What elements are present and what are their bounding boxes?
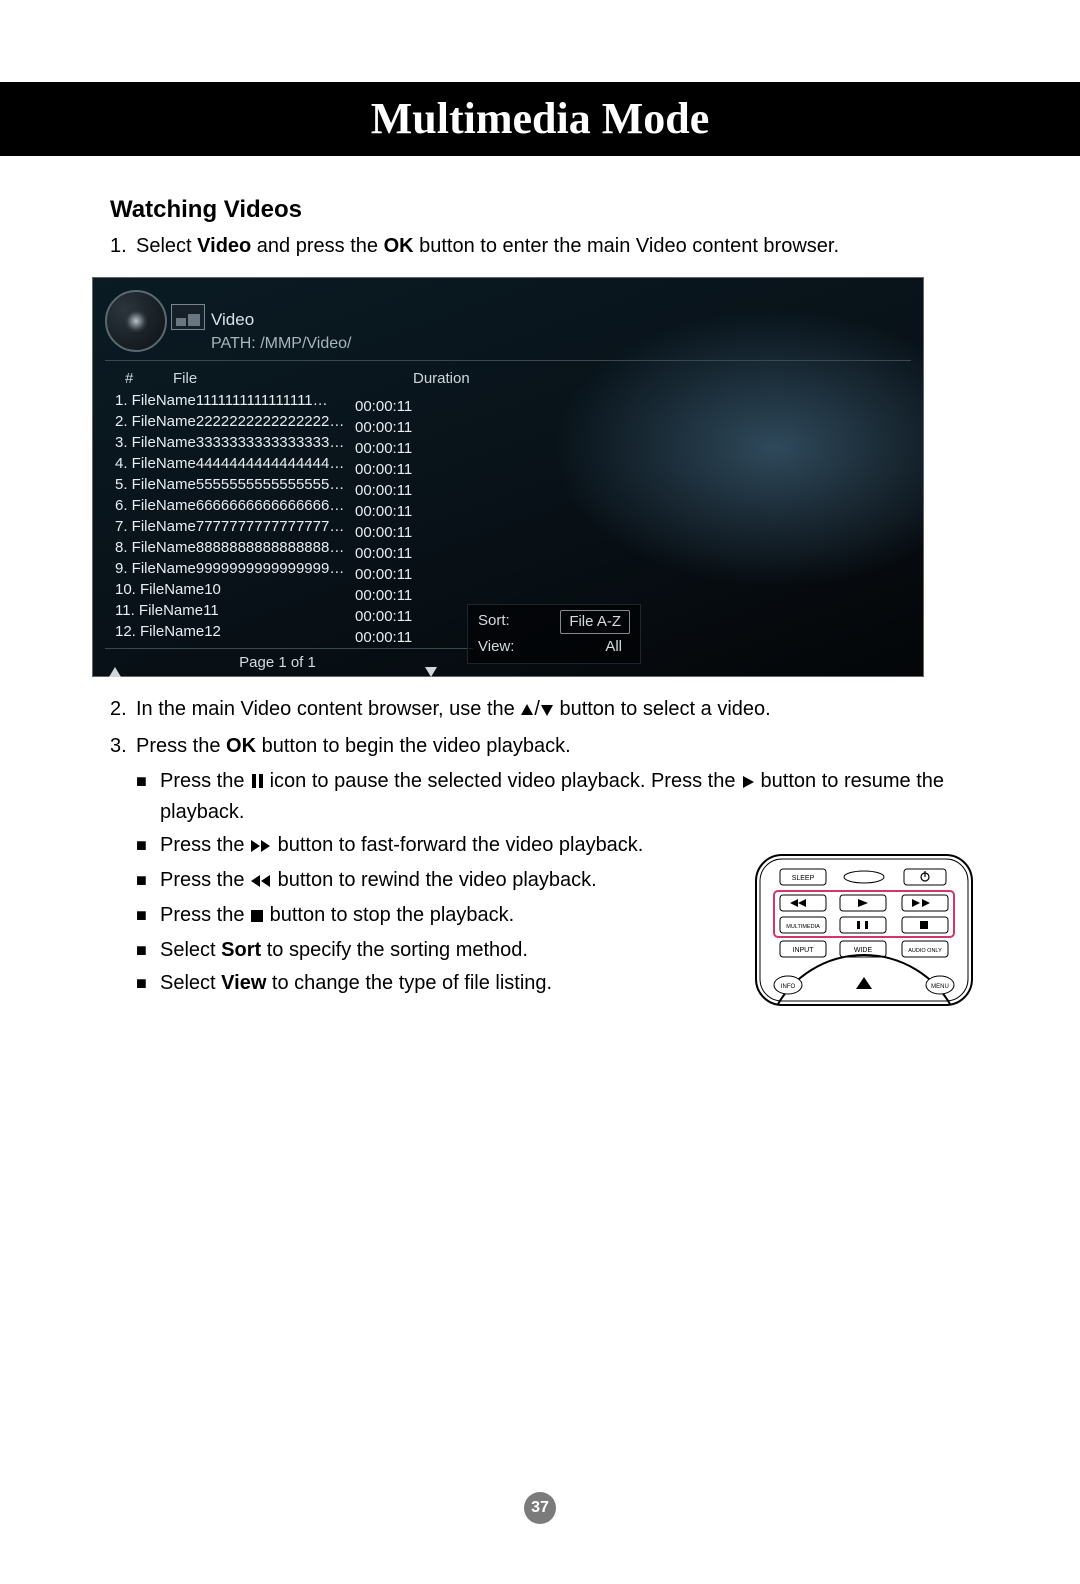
fast-forward-icon [250,833,272,862]
bullets-left-column: ■ Press the button to fast-forward the v… [110,831,670,998]
file-row: 5. FileName5555555555555555…00:00:11 [115,474,435,495]
file-row: 4. FileName4444444444444444…00:00:11 [115,453,435,474]
file-row: 3. FileName3333333333333333…00:00:11 [115,432,435,453]
file-row: 11. FileName1100:00:11 [115,600,435,621]
sort-view-panel: Sort: File A-Z View: All [467,604,641,664]
remote-input-label: INPUT [793,947,815,954]
step-3: 3. Press the OK button to begin the vide… [110,732,970,761]
file-name: 12. FileName12 [115,621,345,642]
col-header-index: # [125,368,133,390]
file-row: 7. FileName7777777777777777…00:00:11 [115,516,435,537]
rewind-icon [250,868,272,897]
section-heading: Watching Videos [110,196,970,224]
file-duration: 00:00:11 [355,627,435,648]
bullet-pause-play: ■ Press the icon to pause the selected v… [136,767,970,827]
bullet-sort: ■ Select Sort to specify the sorting met… [136,936,670,965]
remote-audioonly-label: AUDIO ONLY [908,948,942,954]
bullet-view: ■ Select View to change the type of file… [136,969,670,998]
file-name: 10. FileName10 [115,579,345,600]
page-down-icon [425,657,437,686]
file-name: 7. FileName7777777777777777… [115,516,345,537]
remote-sleep-label: SLEEP [792,875,815,882]
col-header-duration: Duration [413,368,470,390]
file-name: 3. FileName3333333333333333… [115,432,345,453]
file-row: 2. FileName2222222222222222…00:00:11 [115,411,435,432]
screen-thumb-icon [171,304,205,330]
file-name: 6. FileName6666666666666666… [115,495,345,516]
file-name: 5. FileName5555555555555555… [115,474,345,495]
up-triangle-icon [520,697,534,726]
screenshot-header: Video PATH: /MMP/Video/ [101,286,915,356]
remote-wide-label: WIDE [854,947,873,954]
bullet-stop: ■ Press the button to stop the playback. [136,901,670,932]
play-icon [741,769,755,798]
file-name: 2. FileName2222222222222222… [115,411,345,432]
file-row: 8. FileName8888888888888888…00:00:11 [115,537,435,558]
file-row: 6. FileName6666666666666666…00:00:11 [115,495,435,516]
remote-diagram: SLEEP [748,849,980,1009]
video-browser-screenshot: Video PATH: /MMP/Video/ # File Duration … [92,277,924,677]
file-row: 12. FileName1200:00:11 [115,621,435,642]
remote-multimedia-label: MULTIMEDIA [786,924,820,930]
screenshot-path: PATH: /MMP/Video/ [211,332,351,355]
file-row: 9. FileName9999999999999999…00:00:11 [115,558,435,579]
bullet-ffwd: ■ Press the button to fast-forward the v… [136,831,670,862]
screenshot-title: Video [211,308,254,333]
disc-icon [105,290,167,352]
bullets-and-remote: ■ Press the icon to pause the selected v… [110,767,970,998]
content-area: Watching Videos 1. Select Video and pres… [110,186,970,1002]
instruction-list: 1. Select Video and press the OK button … [110,232,970,998]
file-name: 9. FileName9999999999999999… [115,558,345,579]
file-name: 11. FileName11 [115,600,345,621]
page-number-badge: 37 [524,1492,556,1524]
col-header-file: File [173,368,197,390]
sort-row: Sort: File A-Z [474,609,634,635]
page-number: 37 [531,1499,549,1516]
stop-icon [250,903,264,932]
step-2: 2. In the main Video content browser, us… [110,695,970,726]
step-1: 1. Select Video and press the OK button … [110,232,970,261]
down-triangle-icon [540,697,554,726]
bullet-rewind: ■ Press the button to rewind the video p… [136,866,670,897]
file-row: 10. FileName1000:00:11 [115,579,435,600]
page-title: Multimedia Mode [371,94,710,143]
pause-icon [250,769,264,798]
file-name: 4. FileName4444444444444444… [115,453,345,474]
file-row: 1. FileName1111111111111111…00:00:11 [115,390,435,411]
file-list: 1. FileName1111111111111111…00:00:112. F… [115,390,435,642]
page-title-bar: Multimedia Mode [0,82,1080,156]
view-row: View: All [474,635,634,659]
remote-info-label: INFO [781,984,796,990]
remote-menu-label: MENU [931,984,949,990]
file-name: 1. FileName1111111111111111… [115,390,345,411]
pager-text: Page 1 of 1 [105,652,450,674]
file-name: 8. FileName8888888888888888… [115,537,345,558]
